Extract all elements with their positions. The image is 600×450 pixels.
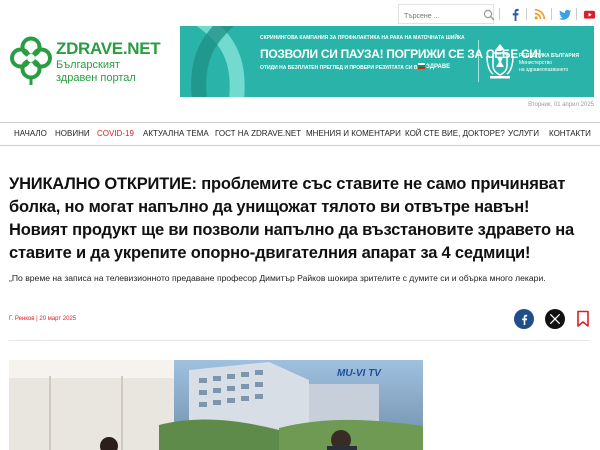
- nav-item-news[interactable]: НОВИНИ: [55, 123, 90, 145]
- article-meta: Г. Ренков | 20 март 2025: [9, 316, 77, 322]
- logo-name: ZDRAVE.NET: [56, 39, 161, 58]
- banner-divider: [478, 40, 479, 82]
- article-lede: „По време на записа на телевизионното пр…: [9, 273, 546, 283]
- bulgarian-flag-icon: [418, 63, 425, 69]
- channel-logo: MU-VI TV: [337, 368, 382, 379]
- banner-brand: ЗДРАВЕ: [418, 63, 450, 70]
- article-video[interactable]: MU-VI TV: [9, 360, 423, 450]
- top-utility-bar: [398, 4, 600, 26]
- site-logo[interactable]: ZDRAVE.NET Българският здравен портал: [10, 36, 161, 90]
- main-nav: НАЧАЛО НОВИНИ COVID-19 АКТУАЛНА ТЕМА ГОС…: [0, 122, 600, 146]
- ad-banner[interactable]: СКРИНИНГОВА КАМПАНИЯ ЗА ПРОФИЛАКТИКА НА …: [180, 26, 594, 97]
- banner-kicker: СКРИНИНГОВА КАМПАНИЯ ЗА ПРОФИЛАКТИКА НА …: [260, 35, 465, 41]
- banner-subtext: ОТИДИ НА БЕЗПЛАТЕН ПРЕГЛЕД И ПРОВЕРИ РЕЗ…: [260, 65, 418, 71]
- search-icon[interactable]: [483, 9, 495, 21]
- clover-logo-icon: [10, 36, 52, 85]
- youtube-icon[interactable]: [582, 7, 596, 21]
- separator: [499, 8, 500, 20]
- awareness-ribbon-icon: [191, 26, 245, 97]
- article-author[interactable]: Г. Ренков: [9, 316, 34, 322]
- tv-studio-image: MU-VI TV: [9, 360, 423, 450]
- rss-icon[interactable]: [533, 7, 547, 21]
- nav-item-guest[interactable]: ГОСТ НА ZDRAVE.NET: [215, 123, 301, 145]
- nav-item-who-are-you-doctor[interactable]: КОЙ СТЕ ВИЕ, ДОКТОРЕ?: [405, 123, 505, 145]
- nav-item-opinions[interactable]: МНЕНИЯ И КОМЕНТАРИ: [306, 123, 401, 145]
- share-facebook-button[interactable]: [514, 309, 534, 329]
- bookmark-icon[interactable]: [576, 310, 590, 328]
- ministry-title: РЕПУБЛИКА БЪЛГАРИЯ: [519, 53, 579, 59]
- nav-item-services[interactable]: УСЛУГИ: [508, 123, 539, 145]
- divider: [9, 340, 590, 341]
- article-headline: УНИКАЛНО ОТКРИТИЕ: проблемите със ставит…: [9, 175, 574, 262]
- logo-tagline: Българският здравен портал: [56, 59, 136, 84]
- separator: [526, 8, 527, 20]
- current-date: Вторник, 01 април 2025: [528, 102, 594, 108]
- coat-of-arms-icon: [486, 44, 514, 79]
- article-date: 20 март 2025: [39, 316, 77, 322]
- facebook-icon: [521, 314, 527, 325]
- banner-brand-label: ЗДРАВЕ: [426, 64, 451, 70]
- x-icon: [550, 314, 560, 324]
- search-box[interactable]: [398, 4, 494, 26]
- twitter-icon[interactable]: [558, 7, 572, 21]
- facebook-icon[interactable]: [508, 7, 522, 21]
- ministry-subtitle: Министерство на здравеопазването: [519, 60, 569, 73]
- nav-item-contacts[interactable]: КОНТАКТИ: [549, 123, 591, 145]
- nav-item-covid[interactable]: COVID-19: [97, 123, 134, 145]
- nav-item-home[interactable]: НАЧАЛО: [14, 123, 47, 145]
- ministry-text: РЕПУБЛИКА БЪЛГАРИЯ Министерство на здрав…: [519, 53, 579, 74]
- separator: [576, 8, 577, 20]
- search-input[interactable]: [399, 7, 493, 26]
- nav-item-hot-topic[interactable]: АКТУАЛНА ТЕМА: [143, 123, 209, 145]
- separator: [551, 8, 552, 20]
- share-x-button[interactable]: [545, 309, 565, 329]
